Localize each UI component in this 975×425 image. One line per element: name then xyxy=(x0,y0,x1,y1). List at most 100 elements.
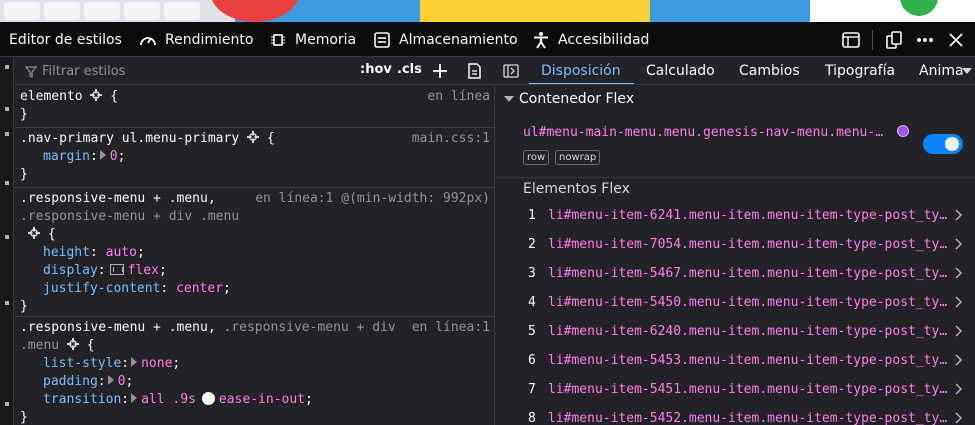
rule-nav-primary: .nav-primary ul.menu-primary { main.css:… xyxy=(15,128,495,188)
declaration-margin[interactable]: margin: 0; xyxy=(43,148,125,166)
tool-accessibility[interactable]: Accesibilidad xyxy=(532,22,649,57)
timing-function-icon[interactable] xyxy=(201,392,215,405)
flex-item-index: 2 xyxy=(528,237,536,252)
close-icon xyxy=(949,33,963,47)
filter-styles-placeholder: Filtrar estilos xyxy=(42,64,126,79)
flex-item-row[interactable]: 4 li#menu-item-5450.menu-item.menu-item-… xyxy=(496,289,975,318)
toggle-sidebar-icon[interactable] xyxy=(503,64,519,78)
declaration-transition[interactable]: transition: all .9s ease-in-out; xyxy=(43,391,313,409)
flex-item-row[interactable]: 1 li#menu-item-6241.menu-item.menu-item-… xyxy=(496,202,975,231)
dock-side-button[interactable] xyxy=(882,28,906,52)
declaration-list-style[interactable]: list-style: none; xyxy=(43,355,180,373)
tool-style-editor[interactable]: Editor de estilos xyxy=(9,22,122,57)
property-value[interactable]: ease-in-out xyxy=(219,392,305,407)
flex-item-row[interactable]: 5 li#menu-item-6240.menu-item.menu-item-… xyxy=(496,318,975,347)
tool-memory[interactable]: Memoria xyxy=(269,22,356,57)
declaration-padding[interactable]: padding: 0; xyxy=(43,373,133,391)
rule-source[interactable]: en línea:1 xyxy=(412,319,490,337)
hover-states-button[interactable]: :hov xyxy=(360,62,392,77)
more-options-icon xyxy=(917,38,933,42)
flex-item-row[interactable]: 6 li#menu-item-5453.menu-item.menu-item-… xyxy=(496,347,975,376)
rule-selector-line: .responsive-menu + .menu, .responsive-me… xyxy=(20,319,396,337)
gutter-mark xyxy=(5,132,9,136)
expand-triangle-icon[interactable] xyxy=(131,393,138,403)
tab-calculado[interactable]: Calculado xyxy=(646,57,715,84)
flex-item-selector: li#menu-item-5453.menu-item.menu-item-ty… xyxy=(548,353,948,368)
close-brace: } xyxy=(20,107,28,122)
gutter-mark xyxy=(5,402,9,406)
rule-selector-secondary: .responsive-menu + div .menu xyxy=(20,209,240,224)
tab-cambios[interactable]: Cambios xyxy=(739,57,800,84)
flex-item-index: 7 xyxy=(528,382,536,397)
accessibility-icon xyxy=(534,31,548,49)
rule-source[interactable]: main.css:1 xyxy=(412,130,490,148)
banner-yellow-text xyxy=(420,0,650,22)
flexbox-highlighter-icon[interactable] xyxy=(109,264,124,275)
tab-animaciones[interactable]: Anima xyxy=(919,57,964,84)
rules-pane: Filtrar estilos :hov .cls elemento { en … xyxy=(15,57,495,425)
close-brace: } xyxy=(20,410,28,425)
tool-performance[interactable]: Rendimiento xyxy=(139,22,253,57)
property-value[interactable]: flex xyxy=(128,263,159,278)
declaration-display[interactable]: display: flex; xyxy=(43,262,167,280)
classes-button[interactable]: .cls xyxy=(397,62,422,77)
dock-side-icon xyxy=(886,31,902,49)
inspector-gutter xyxy=(0,57,14,425)
gear-icon[interactable] xyxy=(28,227,40,239)
flex-item-row[interactable]: 3 li#menu-item-5467.menu-item.menu-item-… xyxy=(496,260,975,289)
document-icon[interactable] xyxy=(468,63,481,79)
chevron-right-icon xyxy=(955,238,963,250)
property-name[interactable]: transition xyxy=(43,392,121,407)
more-options-button[interactable] xyxy=(913,28,937,52)
expand-triangle-icon[interactable] xyxy=(99,150,106,160)
flex-container-header[interactable]: Contenedor Flex xyxy=(504,91,634,107)
flex-wrap-badge: nowrap xyxy=(555,150,601,165)
rule-selector-line: elemento { xyxy=(20,88,118,106)
declaration-height[interactable]: height: auto; xyxy=(43,244,145,262)
rule-source[interactable]: en línea xyxy=(427,88,490,106)
property-value[interactable]: all .9s xyxy=(141,392,196,407)
property-name[interactable]: height xyxy=(43,245,90,260)
toolbar-separator xyxy=(872,30,873,50)
expand-triangle-icon[interactable] xyxy=(107,375,114,385)
declaration-justify-content[interactable]: justify-content: center; xyxy=(43,280,231,298)
filter-icon xyxy=(25,65,37,78)
flexbox-overlay-toggle[interactable] xyxy=(923,134,963,154)
page-content-strip xyxy=(0,0,975,22)
property-value[interactable]: 0 xyxy=(110,149,118,164)
flex-container-selector[interactable]: ul#menu-main-menu.menu.genesis-nav-menu.… xyxy=(523,125,883,140)
filter-styles-input[interactable]: Filtrar estilos xyxy=(25,63,345,80)
flex-item-row[interactable]: 7 li#menu-item-5451.menu-item.menu-item-… xyxy=(496,376,975,405)
tool-storage[interactable]: Almacenamiento xyxy=(373,22,518,57)
expand-triangle-icon[interactable] xyxy=(131,357,138,367)
gear-icon[interactable] xyxy=(90,89,103,101)
property-name[interactable]: margin xyxy=(43,149,90,164)
rule-source[interactable]: en línea:1 @(min-width: 992px) xyxy=(255,190,490,208)
property-name[interactable]: list-style xyxy=(43,356,121,371)
highlight-color-swatch[interactable] xyxy=(897,125,909,137)
flex-item-row[interactable]: 2 li#menu-item-7054.menu-item.menu-item-… xyxy=(496,231,975,260)
property-name[interactable]: padding xyxy=(43,374,98,389)
chevron-right-icon xyxy=(955,325,963,337)
responsive-design-button[interactable] xyxy=(839,28,863,52)
property-name[interactable]: justify-content xyxy=(43,281,160,296)
rule-selector-line: .nav-primary ul.menu-primary { xyxy=(20,130,275,148)
gutter-mark xyxy=(5,107,9,111)
gear-icon[interactable] xyxy=(246,131,259,143)
chevron-down-icon[interactable] xyxy=(962,68,972,75)
property-value[interactable]: none xyxy=(141,356,172,371)
tab-disposicion[interactable]: Disposición xyxy=(541,57,621,84)
gear-icon[interactable] xyxy=(66,338,79,350)
memory-chip-icon xyxy=(271,33,285,46)
chevron-right-icon xyxy=(955,296,963,308)
rule-responsive-menu-list: .responsive-menu + .menu, .responsive-me… xyxy=(15,317,495,425)
flex-item-row[interactable]: 8 li#menu-item-5452.menu-item.menu-item-… xyxy=(496,405,975,425)
property-value[interactable]: center xyxy=(176,281,223,296)
tab-tipografia[interactable]: Tipografía xyxy=(825,57,895,84)
gutter-mark xyxy=(5,65,9,69)
flex-item-selector: li#menu-item-7054.menu-item.menu-item-ty… xyxy=(548,237,948,252)
plus-icon[interactable] xyxy=(432,63,448,79)
close-devtools-button[interactable] xyxy=(944,28,968,52)
property-name[interactable]: display xyxy=(43,263,98,278)
property-value[interactable]: auto xyxy=(106,245,137,260)
